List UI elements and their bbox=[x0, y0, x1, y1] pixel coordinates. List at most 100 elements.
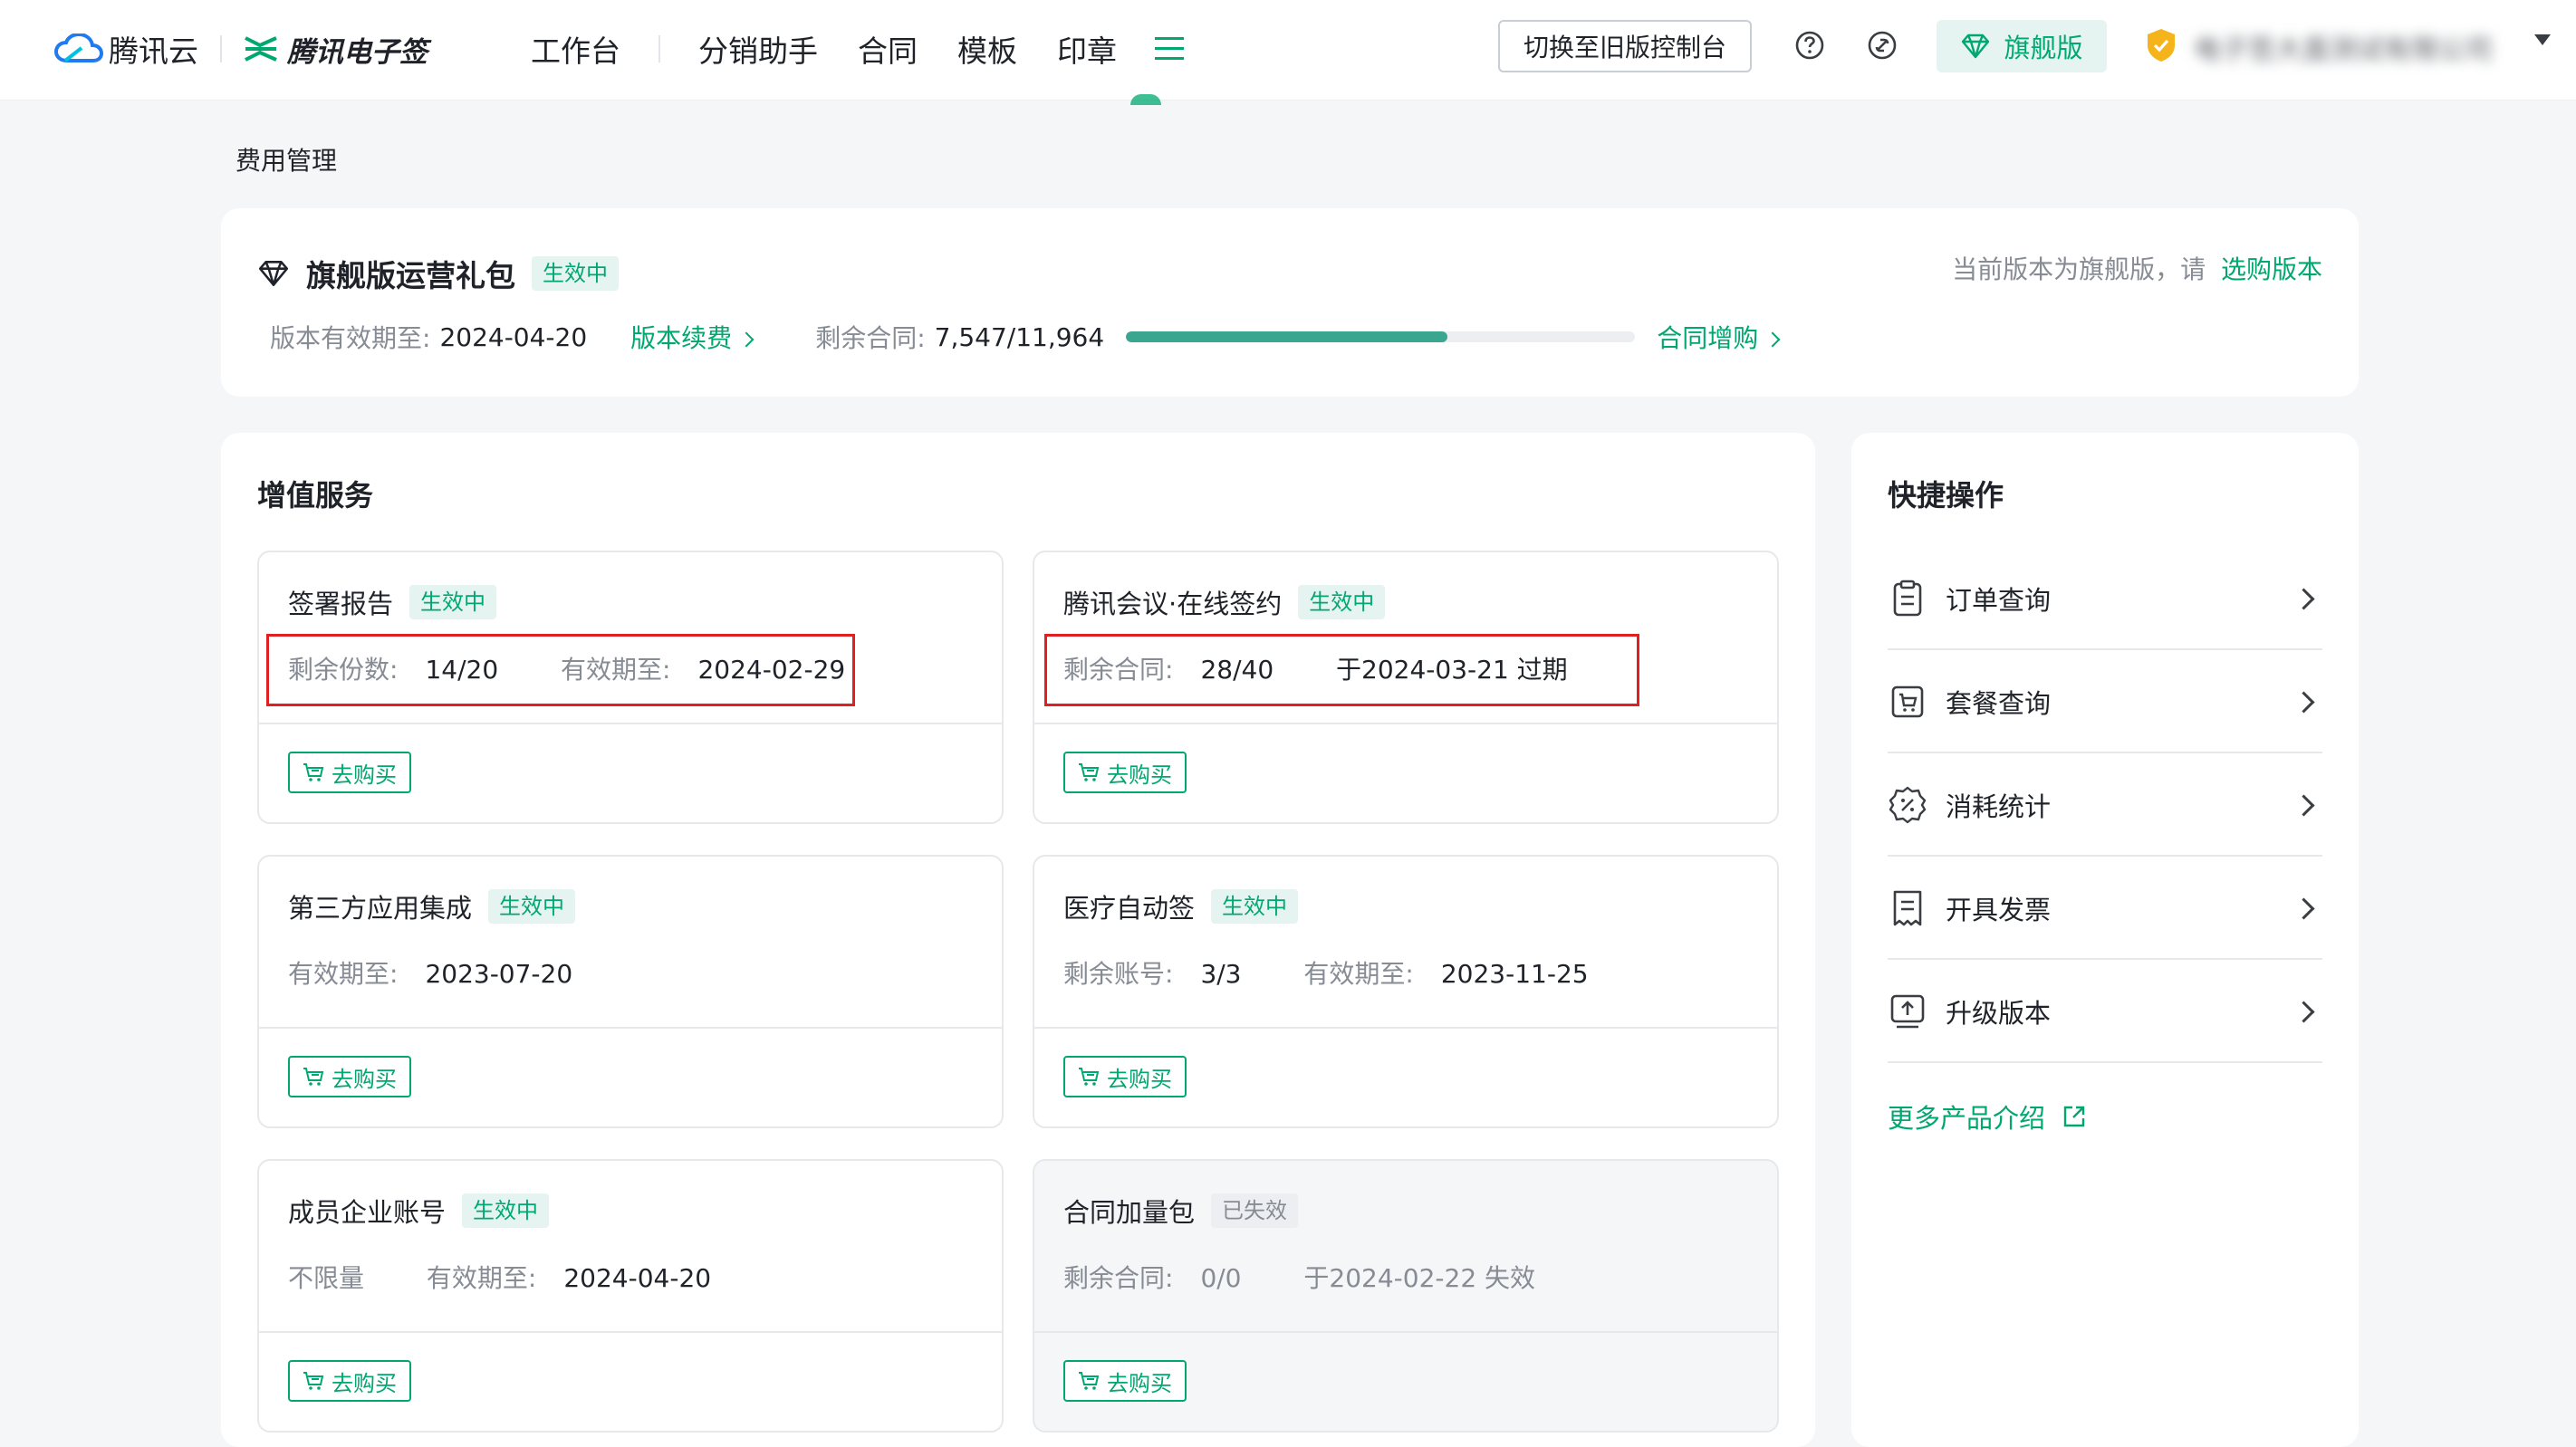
quick-item-label: 套餐查询 bbox=[1946, 688, 2052, 719]
buy-button[interactable]: 去购买 bbox=[288, 752, 411, 793]
nav-item-seal[interactable]: 印章 bbox=[1057, 27, 1117, 71]
menu-indicator bbox=[1130, 94, 1161, 105]
more-products-link[interactable]: 更多产品介绍 bbox=[1888, 1097, 2087, 1136]
edition-badge[interactable]: 旗舰版 bbox=[1937, 20, 2107, 72]
detail-label: 剩余账号: bbox=[1063, 959, 1174, 989]
diamond-icon bbox=[1962, 34, 1990, 59]
link-icon[interactable] bbox=[1867, 30, 1898, 61]
detail-value: 2023-07-20 bbox=[425, 959, 573, 989]
service-name: 成员企业账号 bbox=[288, 1197, 447, 1228]
status-badge: 已失效 bbox=[1211, 1193, 1299, 1228]
diamond-icon bbox=[258, 261, 289, 286]
remaining-progress-bar bbox=[1126, 331, 1636, 342]
buy-button-label: 去购买 bbox=[332, 1370, 397, 1396]
buy-button[interactable]: 去购买 bbox=[1063, 1056, 1187, 1097]
detail-label: 剩余合同: bbox=[1063, 1263, 1174, 1293]
nav-item-template[interactable]: 模板 bbox=[957, 27, 1017, 71]
service-name: 第三方应用集成 bbox=[288, 893, 473, 924]
cart-icon bbox=[303, 763, 324, 781]
service-name: 医疗自动签 bbox=[1063, 893, 1196, 924]
cart-icon bbox=[1079, 1372, 1100, 1390]
detail-value: 2023-11-25 bbox=[1440, 959, 1589, 989]
choose-edition-link[interactable]: 选购版本 bbox=[2221, 254, 2322, 284]
service-details: 不限量 有效期至: 2024-04-20 bbox=[288, 1259, 765, 1295]
service-header: 第三方应用集成 生效中 bbox=[288, 887, 576, 925]
buy-button[interactable]: 去购买 bbox=[288, 1056, 411, 1097]
highlight-box bbox=[266, 634, 855, 706]
esign-logo-icon[interactable] bbox=[244, 34, 278, 63]
status-badge: 生效中 bbox=[488, 889, 576, 924]
package-info: 版本有效期至: 2024-04-20 版本续费 剩余合同: 7,547/11,9… bbox=[270, 319, 1781, 355]
detail-label: 有效期至: bbox=[426, 1263, 537, 1293]
status-badge: 生效中 bbox=[409, 585, 497, 619]
services-title: 增值服务 bbox=[257, 478, 374, 513]
divider bbox=[259, 1331, 1002, 1333]
org-dropdown-caret-icon[interactable] bbox=[2534, 34, 2551, 45]
detail-value: 2024-04-20 bbox=[563, 1263, 712, 1293]
buy-button-label: 去购买 bbox=[1107, 1370, 1172, 1396]
more-products-label: 更多产品介绍 bbox=[1888, 1103, 2046, 1134]
quick-item-order-query[interactable]: 订单查询 bbox=[1888, 549, 2322, 650]
status-badge: 生效中 bbox=[1298, 585, 1386, 619]
service-card-contract-pack: 合同加量包 已失效 剩余合同: 0/0 于2024-02-22 失效 去购买 bbox=[1033, 1159, 1779, 1433]
percent-badge-icon bbox=[1889, 786, 1927, 824]
nav-item-distribution[interactable]: 分销助手 bbox=[698, 27, 818, 71]
valid-value: 2024-04-20 bbox=[439, 321, 588, 352]
chevron-right-icon bbox=[2292, 690, 2315, 714]
chevron-right-icon bbox=[2292, 587, 2315, 610]
top-navbar: 腾讯云 腾讯电子签 工作台 分销助手 合同 模板 印章 切换至旧版控制台 旗舰版… bbox=[0, 0, 2576, 105]
brand-separator bbox=[220, 35, 222, 62]
quick-item-label: 订单查询 bbox=[1946, 585, 2052, 616]
quick-item-label: 消耗统计 bbox=[1946, 791, 2052, 822]
remaining-label: 剩余合同: bbox=[815, 323, 926, 353]
service-card-member-account: 成员企业账号 生效中 不限量 有效期至: 2024-04-20 去购买 bbox=[257, 1159, 1004, 1433]
service-header: 腾讯会议·在线签约 生效中 bbox=[1063, 583, 1386, 621]
package-card: 旗舰版运营礼包 生效中 版本有效期至: 2024-04-20 版本续费 剩余合同… bbox=[221, 208, 2359, 397]
detail-value: 0/0 bbox=[1200, 1263, 1242, 1293]
tencent-cloud-logo-icon[interactable] bbox=[54, 34, 103, 64]
cart-icon bbox=[1079, 763, 1100, 781]
package-title: 旗舰版运营礼包 bbox=[306, 258, 515, 293]
chevron-right-icon bbox=[1764, 331, 1781, 348]
chevron-right-icon bbox=[2292, 793, 2315, 817]
nav-item-contract[interactable]: 合同 bbox=[858, 27, 918, 71]
renew-link[interactable]: 版本续费 bbox=[630, 319, 755, 355]
quick-item-upgrade[interactable]: 升级版本 bbox=[1888, 962, 2322, 1063]
invoice-icon bbox=[1893, 890, 1922, 926]
remaining-value: 7,547/11,964 bbox=[934, 321, 1105, 352]
cloud-brand-text[interactable]: 腾讯云 bbox=[109, 27, 198, 71]
service-details: 剩余账号: 3/3 有效期至: 2023-11-25 bbox=[1063, 954, 1643, 991]
quick-item-invoice[interactable]: 开具发票 bbox=[1888, 858, 2322, 960]
buy-button[interactable]: 去购买 bbox=[1063, 1360, 1187, 1402]
add-contract-link[interactable]: 合同增购 bbox=[1657, 319, 1781, 355]
detail-value: 3/3 bbox=[1200, 959, 1242, 989]
current-edition-info: 当前版本为旗舰版，请 选购版本 bbox=[1952, 250, 2322, 286]
detail-value: 于2024-02-22 失效 bbox=[1303, 1263, 1536, 1293]
service-card-medical-auto-sign: 医疗自动签 生效中 剩余账号: 3/3 有效期至: 2023-11-25 去购买 bbox=[1033, 855, 1779, 1128]
progress-fill bbox=[1126, 331, 1447, 342]
switch-console-button[interactable]: 切换至旧版控制台 bbox=[1498, 20, 1752, 72]
quick-item-label: 开具发票 bbox=[1946, 895, 2052, 925]
quick-item-usage-stats[interactable]: 消耗统计 bbox=[1888, 755, 2322, 857]
service-header: 签署报告 生效中 bbox=[288, 583, 497, 621]
shield-icon bbox=[2148, 29, 2175, 62]
buy-button[interactable]: 去购买 bbox=[288, 1360, 411, 1402]
service-name: 合同加量包 bbox=[1063, 1197, 1196, 1228]
help-icon[interactable] bbox=[1794, 30, 1825, 61]
nav-separator bbox=[658, 35, 660, 62]
nav-item-workbench[interactable]: 工作台 bbox=[531, 27, 620, 71]
org-name[interactable]: 电子签大直测试有限公司 bbox=[2194, 27, 2513, 63]
quick-item-package-query[interactable]: 套餐查询 bbox=[1888, 652, 2322, 753]
menu-icon[interactable] bbox=[1153, 35, 1186, 62]
service-name: 签署报告 bbox=[288, 589, 394, 619]
renew-link-label: 版本续费 bbox=[630, 323, 733, 353]
service-header: 医疗自动签 生效中 bbox=[1063, 887, 1299, 925]
buy-button[interactable]: 去购买 bbox=[1063, 752, 1187, 793]
page-title: 费用管理 bbox=[235, 146, 338, 176]
divider bbox=[259, 1027, 1002, 1029]
esign-brand-text[interactable]: 腾讯电子签 bbox=[287, 29, 428, 70]
package-header: 旗舰版运营礼包 生效中 bbox=[257, 252, 619, 295]
service-details: 有效期至: 2023-07-20 bbox=[288, 954, 627, 991]
buy-button-label: 去购买 bbox=[332, 762, 397, 788]
chevron-right-icon bbox=[2292, 1000, 2315, 1023]
